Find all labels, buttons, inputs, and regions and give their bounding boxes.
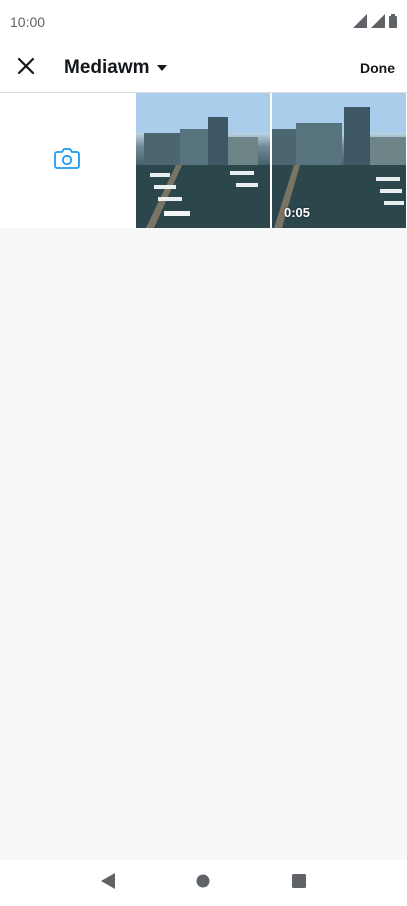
media-grid: 0:05: [0, 93, 407, 228]
home-button[interactable]: [185, 865, 221, 901]
status-bar: 10:00: [0, 0, 407, 44]
album-selector[interactable]: Mediawm: [64, 57, 360, 79]
back-button[interactable]: [90, 865, 126, 901]
done-button[interactable]: Done: [360, 60, 395, 76]
home-icon: [196, 874, 210, 893]
close-button[interactable]: [0, 44, 52, 92]
album-title: Mediawm: [64, 57, 150, 78]
camera-icon: [54, 147, 80, 174]
video-duration: 0:05: [284, 205, 311, 220]
signal-icon: [353, 13, 367, 31]
app-bar: Mediawm Done: [0, 44, 407, 92]
signal-icon: [371, 13, 385, 31]
caret-down-icon: [156, 59, 168, 77]
photo-thumbnail[interactable]: [136, 93, 270, 228]
battery-icon: [389, 13, 397, 31]
status-icons: [353, 13, 397, 31]
close-icon: [17, 57, 35, 80]
back-icon: [100, 872, 115, 894]
recents-icon: [292, 873, 307, 893]
marina-photo-image: [136, 93, 270, 228]
video-thumbnail[interactable]: 0:05: [272, 93, 406, 228]
camera-tile[interactable]: [0, 93, 134, 228]
recents-button[interactable]: [281, 865, 317, 901]
navigation-bar: [0, 860, 407, 906]
status-time: 10:00: [10, 14, 46, 30]
